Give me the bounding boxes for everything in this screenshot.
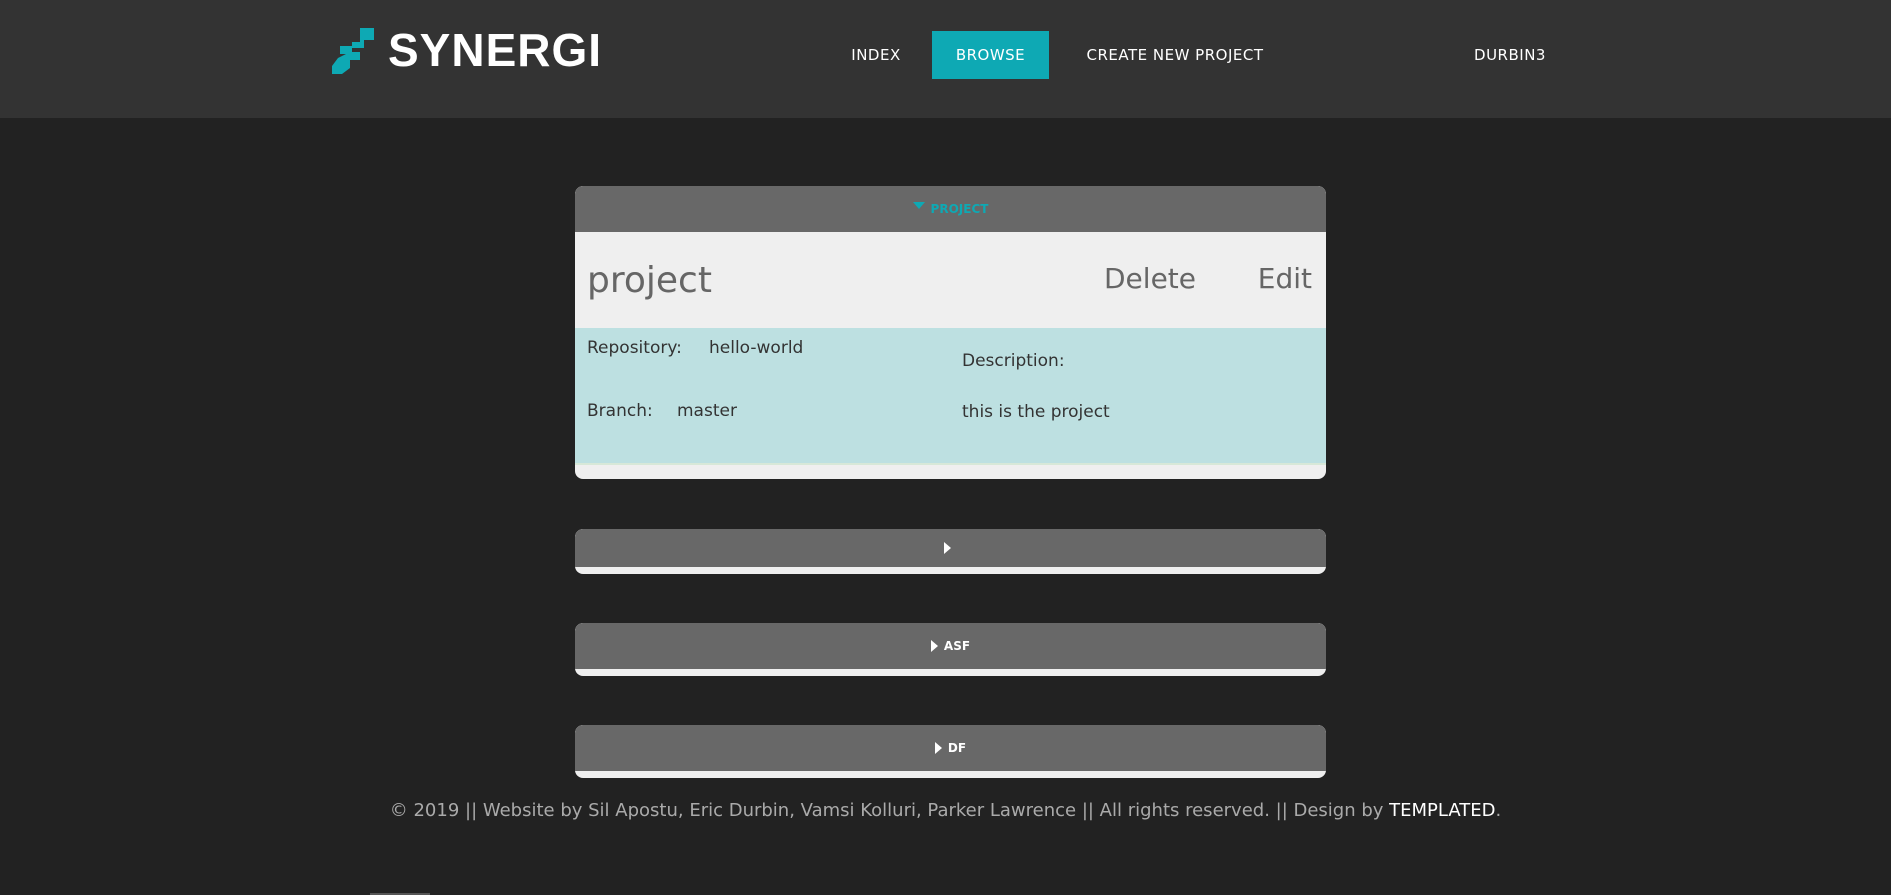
nav-browse[interactable]: BROWSE (932, 31, 1049, 79)
project-panel-expanded: PROJECT project Delete Edit Repository: … (575, 186, 1326, 479)
description-value: this is the project (962, 402, 1110, 422)
project-panel-header-label: PROJECT (930, 202, 989, 216)
collapsed-panel-label: DF (947, 741, 967, 755)
project-title: project (587, 260, 712, 301)
repository-label: Repository: (587, 338, 682, 358)
project-panel-collapsed: DF (575, 725, 1326, 778)
description-label: Description: (962, 351, 1065, 371)
collapsed-panel-header[interactable] (575, 529, 1326, 567)
repository-value: hello-world (709, 338, 804, 358)
collapsed-panel-header[interactable]: DF (575, 725, 1326, 771)
project-panel-header[interactable]: PROJECT (575, 186, 1326, 232)
site-footer: © 2019 || Website by Sil Apostu, Eric Du… (0, 800, 1891, 821)
synergi-logo-icon (332, 28, 374, 74)
caret-right-icon (934, 742, 942, 754)
caret-right-icon (944, 542, 951, 554)
nav-create-new-project[interactable]: CREATE NEW PROJECT (1070, 31, 1280, 79)
nav-index[interactable]: INDEX (836, 31, 916, 79)
edit-button[interactable]: Edit (1258, 262, 1312, 295)
project-details: Repository: hello-world Branch: master D… (575, 328, 1326, 465)
project-panel-collapsed: ASF (575, 623, 1326, 676)
footer-end: . (1495, 800, 1502, 821)
nav-user[interactable]: DURBIN3 (1460, 31, 1560, 79)
caret-right-icon (930, 640, 938, 652)
branch-value: master (677, 401, 737, 421)
collapsed-panel-label: ASF (943, 639, 971, 653)
logo[interactable]: SYNERGI (330, 24, 602, 76)
logo-text: SYNERGI (388, 24, 603, 76)
caret-down-icon (912, 201, 925, 209)
project-panel-collapsed (575, 529, 1326, 574)
project-title-bar: project Delete Edit (575, 232, 1326, 328)
branch-label: Branch: (587, 401, 653, 421)
delete-button[interactable]: Delete (1104, 262, 1196, 295)
footer-templated-link[interactable]: TEMPLATED (1389, 800, 1495, 821)
site-header: SYNERGI INDEX BROWSE CREATE NEW PROJECT … (0, 0, 1891, 118)
collapsed-panel-header[interactable]: ASF (575, 623, 1326, 669)
footer-text: © 2019 || Website by Sil Apostu, Eric Du… (389, 800, 1390, 821)
